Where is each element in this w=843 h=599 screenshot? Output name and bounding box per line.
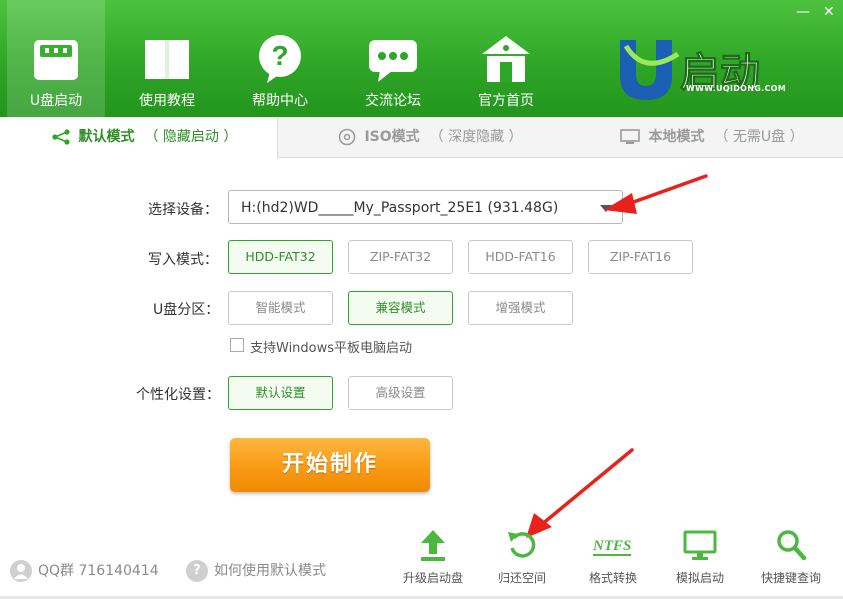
- nav-label: 交流论坛: [365, 93, 421, 109]
- partition-compatible[interactable]: 兼容模式: [348, 291, 453, 325]
- tab-sub-label: （ 深度隐藏 ）: [429, 129, 523, 145]
- nav-homepage[interactable]: 官方首页: [457, 0, 555, 117]
- brand-url: WWW.UQIDONG.COM: [686, 84, 787, 93]
- nav-usb-boot[interactable]: U盘启动: [7, 0, 105, 117]
- write-mode-zip-fat32[interactable]: ZIP-FAT32: [348, 240, 453, 274]
- annotation-arrow-restore: [526, 448, 634, 538]
- nav-help-center[interactable]: ? 帮助中心: [231, 0, 329, 117]
- disc-icon: [338, 128, 356, 146]
- tool-label: 升级启动盘: [402, 571, 463, 585]
- tool-label: 格式转换: [588, 571, 637, 585]
- svg-text:?: ?: [271, 40, 288, 71]
- tablet-boot-checkbox[interactable]: [230, 338, 244, 352]
- write-mode-label: 写入模式：: [148, 252, 218, 268]
- write-mode-zip-fat16[interactable]: ZIP-FAT16: [588, 240, 693, 274]
- usb-drive-icon: [34, 40, 78, 80]
- help-default-mode-text: 如何使用默认模式: [214, 563, 326, 579]
- nav-label: 帮助中心: [252, 93, 308, 109]
- tool-upgrade-boot-disk[interactable]: 升级启动盘: [393, 528, 473, 586]
- ntfs-glyph: NTFS: [592, 538, 631, 554]
- partition-label: U盘分区：: [153, 302, 220, 318]
- tool-shortcut-query[interactable]: 快捷键查询: [751, 528, 831, 586]
- tab-iso-mode[interactable]: ISO模式 （ 深度隐藏 ）: [338, 117, 523, 158]
- device-label: 选择设备：: [148, 202, 218, 218]
- tool-simulate-boot[interactable]: 模拟启动: [660, 528, 740, 586]
- tab-default-mode[interactable]: 默认模式 （ 隐藏启动 ）: [0, 117, 278, 159]
- tool-label: 归还空间: [497, 571, 546, 585]
- write-mode-hdd-fat32[interactable]: HDD-FAT32: [228, 240, 333, 274]
- qq-group-text: QQ群 716140414: [38, 563, 159, 579]
- partition-smart[interactable]: 智能模式: [228, 291, 333, 325]
- tab-main-label: 默认模式: [78, 129, 135, 145]
- write-mode-hdd-fat16[interactable]: HDD-FAT16: [468, 240, 573, 274]
- app-header: U盘启动 使用教程 ? 帮助中心 交流论坛 官方首页 — ✕ 启动 WWW.UQ…: [0, 0, 843, 117]
- partition-enhanced[interactable]: 增强模式: [468, 291, 573, 325]
- tab-sub-label: （ 隐藏启动 ）: [144, 129, 238, 145]
- restore-icon: [508, 532, 536, 558]
- tab-main-label: ISO模式: [364, 129, 420, 145]
- tab-main-label: 本地模式: [648, 129, 705, 145]
- user-icon: [10, 560, 32, 582]
- personal-label: 个性化设置：: [136, 387, 220, 403]
- question-bubble-icon: ?: [259, 35, 301, 83]
- personal-advanced[interactable]: 高级设置: [348, 376, 453, 410]
- device-select-value: H:(hd2)WD_____My_Passport_25E1 (931.48G): [241, 200, 559, 216]
- qq-group: QQ群 716140414: [10, 560, 159, 582]
- share-nodes-icon: [52, 129, 70, 145]
- search-icon: [777, 530, 807, 561]
- tool-format-convert[interactable]: NTFS 格式转换: [573, 528, 653, 586]
- nav-tutorial[interactable]: 使用教程: [118, 0, 216, 117]
- ntfs-icon: NTFS: [592, 538, 631, 556]
- tool-restore-space[interactable]: 归还空间: [482, 528, 562, 586]
- tab-local-mode[interactable]: 本地模式 （ 无需U盘 ）: [620, 117, 804, 158]
- personal-default[interactable]: 默认设置: [228, 376, 333, 410]
- nav-forum[interactable]: 交流论坛: [344, 0, 442, 117]
- tab-sub-label: （ 无需U盘 ）: [714, 129, 804, 145]
- close-button[interactable]: ✕: [823, 4, 835, 20]
- mode-tabs: 默认模式 （ 隐藏启动 ） ISO模式 （ 深度隐藏 ） 本地模式 （ 无需U盘 ）: [0, 117, 843, 159]
- help-default-mode-link[interactable]: ? 如何使用默认模式: [186, 560, 326, 582]
- start-make-button[interactable]: 开始制作: [230, 438, 430, 492]
- book-icon: [145, 40, 189, 79]
- monitor-icon: [620, 129, 640, 144]
- nav-label: 使用教程: [139, 93, 195, 109]
- monitor-icon: [683, 530, 717, 560]
- minimize-button[interactable]: —: [796, 4, 810, 20]
- nav-label: U盘启动: [29, 93, 83, 109]
- home-icon: [482, 36, 530, 82]
- device-select[interactable]: H:(hd2)WD_____My_Passport_25E1 (931.48G): [228, 190, 623, 224]
- chat-bubble-icon: [369, 40, 417, 82]
- tool-label: 模拟启动: [675, 571, 724, 585]
- nav-label: 官方首页: [478, 93, 534, 109]
- tablet-boot-label: 支持Windows平板电脑启动: [250, 341, 413, 356]
- chevron-down-icon: [600, 205, 612, 212]
- question-icon: ?: [186, 560, 208, 582]
- tool-label: 快捷键查询: [760, 571, 821, 585]
- upload-arrow-icon: [421, 530, 445, 561]
